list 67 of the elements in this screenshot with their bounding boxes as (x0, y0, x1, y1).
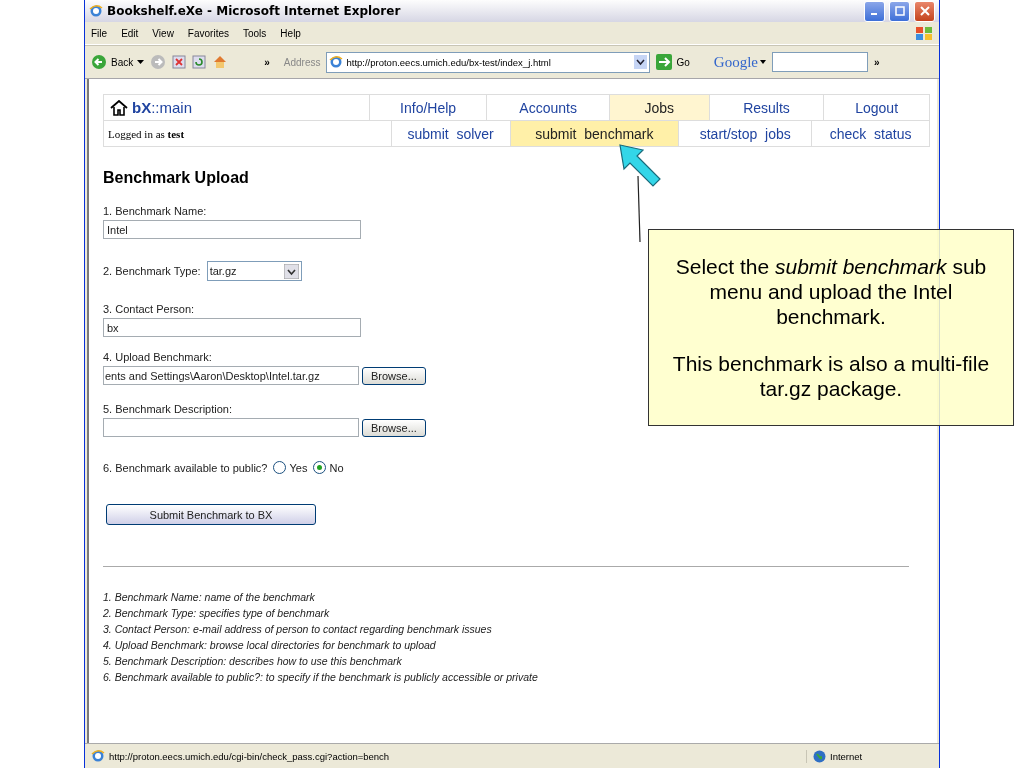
text-field[interactable]: Intel (103, 220, 361, 239)
stop-icon[interactable] (172, 55, 187, 69)
help-note: 5. Benchmark Description: describes how to use this benchmark (103, 654, 403, 669)
login-status: Logged in as test (107, 126, 186, 142)
file-field[interactable] (103, 418, 359, 437)
browse-button[interactable]: Browse... (362, 418, 426, 437)
radio-label: Yes (289, 461, 308, 474)
file-field[interactable]: ents and Settings\Aaron\Desktop\Intel.tar.gz (103, 366, 359, 385)
field-label: 1. Benchmark Name: (103, 205, 207, 217)
radio-button[interactable] (313, 461, 327, 474)
home-icon (110, 99, 128, 116)
windows-flag-icon (915, 25, 933, 41)
address-field[interactable]: http://proton.eecs.umich.edu/bx-test/index_j.html (326, 51, 651, 73)
menu-item[interactable]: File (91, 27, 108, 39)
help-note: 6. Benchmark available to public?: to specify if the benchmark is publicly accessible or private (103, 670, 539, 685)
zone-text: Internet (830, 750, 863, 762)
address-label: Address (283, 56, 321, 68)
maximize-button[interactable] (889, 0, 910, 22)
caret-icon (137, 60, 145, 64)
callout-text: Select the submit benchmark sub menu and upload the Intel benchmark. (674, 254, 988, 329)
back-button[interactable]: Back (91, 54, 145, 70)
window-title: Bookshelf.eXe - Microsoft Internet Explorer (107, 4, 402, 18)
search-field[interactable] (772, 52, 868, 72)
close-button[interactable] (914, 0, 935, 22)
form-heading: Benchmark Upload (103, 169, 250, 187)
globe-icon (813, 749, 826, 763)
page-icon (91, 749, 105, 763)
close-icon (919, 6, 930, 16)
help-note: 3. Contact Person: e-mail address of person to contact regarding benchmark issues (103, 622, 493, 637)
pointer-arrow (617, 142, 663, 188)
text-field[interactable]: bx (103, 318, 361, 337)
nav-tab[interactable]: Jobs (608, 95, 709, 120)
page-icon (329, 55, 344, 69)
radio-label: No (329, 461, 344, 474)
home-icon[interactable] (212, 54, 229, 70)
field-label: 4. Upload Benchmark: (103, 351, 212, 363)
field-label: 3. Contact Person: (103, 303, 195, 315)
browse-button[interactable]: Browse... (362, 366, 426, 385)
help-note: 4. Upload Benchmark: browse local directories for benchmark to upload (103, 638, 437, 653)
field-label: 2. Benchmark Type: (103, 265, 201, 277)
caret-icon[interactable] (760, 60, 766, 64)
status-text: http://proton.eecs.umich.edu/cgi-bin/check_pass.cgi?action=bench (109, 750, 391, 762)
browser-icon (89, 4, 103, 18)
minimize-button[interactable] (864, 0, 885, 22)
menu-item[interactable]: Favorites (187, 27, 229, 39)
maximize-icon (894, 6, 905, 16)
main-link[interactable]: bX::main (104, 95, 369, 120)
help-note: 2. Benchmark Type: specifies type of benchmark (103, 606, 331, 621)
toolbar-overflow-button[interactable]: » (264, 56, 270, 68)
sub-menu-tab[interactable]: submit benchmark (509, 121, 679, 146)
toolbar-overflow-button[interactable]: » (874, 56, 880, 68)
submit-button[interactable]: Submit Benchmark to BX (106, 504, 316, 525)
menu-item[interactable]: Tools (243, 27, 267, 39)
search-brand[interactable]: Google (713, 53, 758, 71)
leader-line (636, 176, 642, 242)
dropdown-icon[interactable] (634, 55, 648, 69)
refresh-icon[interactable] (192, 55, 207, 69)
menu-item[interactable]: View (152, 27, 174, 39)
menu-item[interactable]: Help (280, 27, 301, 39)
field-label: 6. Benchmark available to public? (103, 461, 268, 474)
callout-text: This benchmark is also a multi-file tar.gz package. (671, 351, 991, 401)
help-note: 1. Benchmark Name: name of the benchmark (103, 590, 316, 605)
dropdown-icon[interactable] (283, 263, 299, 279)
menu-item[interactable]: Edit (121, 27, 139, 39)
type-select[interactable]: tar.gz (206, 261, 302, 281)
field-label: 5. Benchmark Description: (103, 403, 232, 415)
radio-button[interactable] (273, 461, 287, 474)
